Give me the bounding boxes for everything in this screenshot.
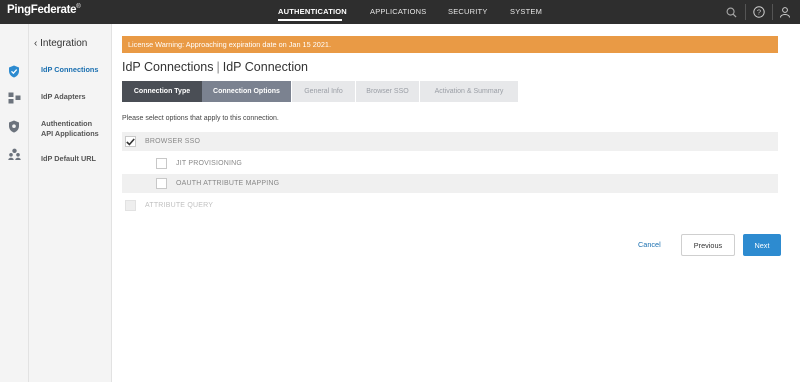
people-icon[interactable]	[7, 147, 21, 161]
sidebar-item-idp-default-url[interactable]: IdP Default URL	[41, 154, 96, 164]
jit-provisioning-label: JIT PROVISIONING	[176, 160, 243, 167]
tab-general-info: General Info	[291, 81, 355, 102]
option-row-attribute-query: ATTRIBUTE QUERY	[122, 196, 778, 215]
check-icon	[126, 137, 135, 146]
oauth-attribute-mapping-label: OAUTH ATTRIBUTE MAPPING	[176, 180, 280, 187]
nav-security[interactable]: SECURITY	[448, 7, 488, 16]
divider	[772, 4, 773, 20]
search-icon[interactable]	[723, 0, 739, 24]
option-row-browser-sso: BROWSER SSO	[122, 132, 778, 151]
browser-sso-checkbox[interactable]	[125, 136, 136, 147]
attribute-query-label: ATTRIBUTE QUERY	[145, 202, 214, 209]
wizard-tabs: Connection Type Connection Options Gener…	[122, 81, 518, 102]
api-shield-icon[interactable]	[7, 119, 21, 133]
option-row-oauth-attribute-mapping: OAUTH ATTRIBUTE MAPPING	[122, 174, 778, 193]
back-link-label: Integration	[40, 38, 88, 49]
sidebar-item-label-line1: Authentication	[41, 119, 93, 128]
help-icon[interactable]: ?	[751, 0, 767, 24]
divider	[745, 4, 746, 20]
next-button[interactable]: Next	[743, 234, 781, 256]
nav-authentication[interactable]: AUTHENTICATION	[278, 7, 347, 16]
top-navigation-bar: PingFederate® AUTHENTICATION APPLICATION…	[0, 0, 800, 24]
breadcrumb-separator: |	[216, 60, 220, 74]
cancel-button[interactable]: Cancel	[638, 240, 661, 249]
active-nav-underline	[278, 19, 342, 21]
breadcrumb-parent[interactable]: IdP Connections	[122, 60, 214, 74]
instructions-text: Please select options that apply to this…	[122, 115, 279, 122]
icon-rail	[0, 24, 29, 382]
adapters-icon[interactable]	[7, 91, 21, 105]
tab-browser-sso: Browser SSO	[355, 81, 419, 102]
tab-connection-type[interactable]: Connection Type	[122, 81, 202, 102]
browser-sso-label: BROWSER SSO	[145, 138, 201, 145]
option-row-jit-provisioning: JIT PROVISIONING	[122, 154, 778, 173]
sidebar-item-authentication-api-applications[interactable]: Authentication API Applications	[41, 119, 99, 139]
license-warning-banner: License Warning: Approaching expiration …	[122, 36, 778, 53]
back-link[interactable]: ‹ Integration	[34, 38, 87, 49]
jit-provisioning-checkbox[interactable]	[156, 158, 167, 169]
oauth-attribute-mapping-checkbox[interactable]	[156, 178, 167, 189]
shield-check-icon[interactable]	[7, 64, 21, 78]
svg-text:?: ?	[757, 8, 761, 17]
sidebar-item-idp-connections[interactable]: IdP Connections	[41, 65, 98, 75]
sidebar: ‹ Integration IdP Connections IdP Adapte…	[29, 24, 112, 382]
main-content: License Warning: Approaching expiration …	[112, 24, 800, 382]
attribute-query-checkbox	[125, 200, 136, 211]
sidebar-item-label-line2: API Applications	[41, 129, 99, 138]
pingfederate-logo[interactable]: PingFederate®	[7, 4, 81, 16]
page-title: IdP Connections | IdP Connection	[122, 60, 308, 74]
user-icon[interactable]	[777, 0, 793, 24]
breadcrumb-current: IdP Connection	[222, 60, 308, 74]
tab-connection-options[interactable]: Connection Options	[202, 81, 291, 102]
tab-activation-summary: Activation & Summary	[419, 81, 518, 102]
nav-system[interactable]: SYSTEM	[510, 7, 542, 16]
previous-button[interactable]: Previous	[681, 234, 735, 256]
nav-applications[interactable]: APPLICATIONS	[370, 7, 426, 16]
sidebar-item-idp-adapters[interactable]: IdP Adapters	[41, 92, 86, 102]
